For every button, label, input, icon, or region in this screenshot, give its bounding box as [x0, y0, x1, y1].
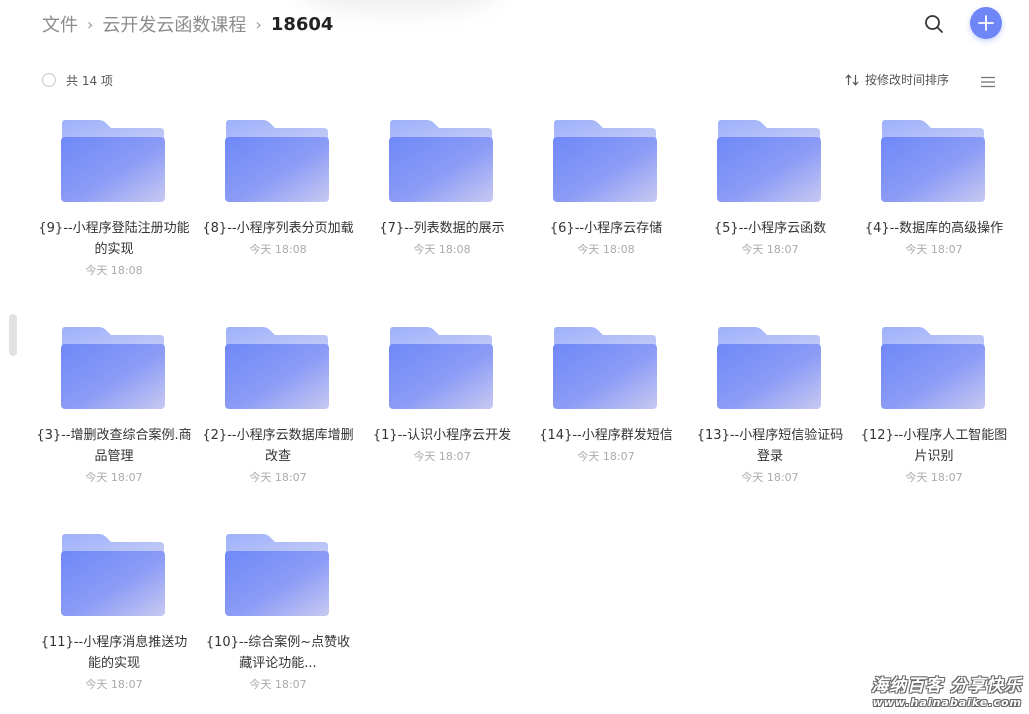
folder-name: {9}--小程序登陆注册功能的实现	[38, 221, 190, 257]
sort-arrows-icon	[845, 73, 859, 86]
folder-modified-time: 今天 18:07	[905, 471, 963, 484]
folder-modified-time: 今天 18:08	[85, 264, 143, 277]
folder-item[interactable]: {14}--小程序群发短信 今天 18:07	[524, 317, 688, 507]
file-grid: {9}--小程序登陆注册功能的实现 今天 18:08 {8}--小程序列表分页加载今…	[32, 110, 1022, 710]
folder-icon	[389, 120, 493, 202]
folder-name: {13}--小程序短信验证码登录	[696, 428, 844, 464]
folder-icon	[553, 327, 657, 409]
breadcrumb-separator: ›	[255, 14, 262, 34]
folder-icon	[881, 120, 985, 202]
folder-item[interactable]: {5}--小程序云函数 今天 18:07	[688, 110, 852, 300]
folder-icon	[61, 327, 165, 409]
folder-icon	[61, 534, 165, 616]
folder-name: {4}--数据库的高级操作	[864, 221, 1004, 236]
hamburger-icon	[981, 76, 995, 88]
folder-modified-time: 今天 18:08	[577, 243, 635, 256]
breadcrumb-separator: ›	[87, 14, 94, 34]
folder-name: {7}--列表数据的展示	[379, 221, 505, 236]
folder-modified-time: 今天 18:07	[905, 243, 963, 256]
view-menu-button[interactable]	[980, 74, 996, 88]
folder-item[interactable]: {1}--认识小程序云开发 今天 18:07	[360, 317, 524, 507]
folder-item[interactable]: {12}--小程序人工智能图片识别今天 18:07	[852, 317, 1016, 507]
select-all-checkbox[interactable]	[42, 73, 56, 87]
header-bar: 文件 › 云开发云函数课程 › 18604	[0, 0, 1029, 48]
folder-icon	[717, 327, 821, 409]
folder-name: {8}--小程序列表分页加载	[202, 221, 354, 236]
folder-name: {11}--小程序消息推送功能的实现	[40, 635, 188, 671]
folder-item[interactable]: {2}--小程序云数据库增删改查今天 18:07	[196, 317, 360, 507]
folder-icon	[225, 534, 329, 616]
folder-modified-time: 今天 18:07	[85, 678, 143, 691]
folder-modified-time: 今天 18:07	[413, 450, 471, 463]
folder-name: {14}--小程序群发短信	[539, 428, 673, 443]
folder-icon	[225, 327, 329, 409]
folder-icon	[61, 120, 165, 202]
folder-modified-time: 今天 18:07	[85, 471, 143, 484]
breadcrumb: 文件 › 云开发云函数课程 › 18604	[42, 10, 333, 38]
folder-icon	[389, 327, 493, 409]
folder-modified-time: 今天 18:07	[577, 450, 635, 463]
folder-name: {12}--小程序人工智能图片识别	[860, 428, 1008, 464]
folder-name: {10}--综合案例~点赞收藏评论功能...	[205, 635, 351, 671]
add-button[interactable]	[970, 7, 1002, 39]
breadcrumb-course[interactable]: 云开发云函数课程	[102, 11, 246, 37]
folder-name: {3}--增删改查综合案例.商品管理	[36, 428, 192, 464]
folder-modified-time: 今天 18:07	[249, 471, 307, 484]
folder-item[interactable]: {3}--增删改查综合案例.商品管理今天 18:07	[32, 317, 196, 507]
breadcrumb-current: 18604	[270, 13, 334, 35]
folder-item[interactable]: {7}--列表数据的展示 今天 18:08	[360, 110, 524, 300]
item-count: 共 14 项	[66, 74, 113, 88]
folder-item[interactable]: {13}--小程序短信验证码登录今天 18:07	[688, 317, 852, 507]
breadcrumb-files[interactable]: 文件	[42, 11, 78, 37]
folder-modified-time: 今天 18:07	[741, 471, 799, 484]
folder-item[interactable]: {9}--小程序登陆注册功能的实现今天 18:08	[32, 110, 196, 300]
file-toolbar: 共 14 项 按修改时间排序	[0, 66, 1029, 96]
search-button[interactable]	[920, 10, 948, 38]
folder-item[interactable]: {4}--数据库的高级操作 今天 18:07	[852, 110, 1016, 300]
sort-button[interactable]: 按修改时间排序	[845, 71, 949, 88]
folder-modified-time: 今天 18:07	[741, 243, 799, 256]
folder-modified-time: 今天 18:07	[249, 678, 307, 691]
folder-item[interactable]: {11}--小程序消息推送功能的实现今天 18:07	[32, 524, 196, 714]
folder-name: {1}--认识小程序云开发	[372, 428, 512, 443]
folder-modified-time: 今天 18:08	[413, 243, 471, 256]
folder-item[interactable]: {10}--综合案例~点赞收藏评论功能... 今天 18:07	[196, 524, 360, 714]
folder-icon	[881, 327, 985, 409]
search-icon	[925, 15, 943, 33]
plus-icon	[978, 15, 994, 31]
folder-name: {5}--小程序云函数	[713, 221, 827, 236]
folder-item[interactable]: {6}--小程序云存储 今天 18:08	[524, 110, 688, 300]
scroll-handle[interactable]	[9, 314, 17, 356]
folder-name: {6}--小程序云存储	[549, 221, 663, 236]
folder-icon	[553, 120, 657, 202]
folder-name: {2}--小程序云数据库增删改查	[202, 428, 354, 464]
folder-icon	[225, 120, 329, 202]
folder-icon	[717, 120, 821, 202]
folder-item[interactable]: {8}--小程序列表分页加载 今天 18:08	[196, 110, 360, 300]
sort-label: 按修改时间排序	[865, 73, 950, 87]
folder-modified-time: 今天 18:08	[249, 243, 307, 256]
